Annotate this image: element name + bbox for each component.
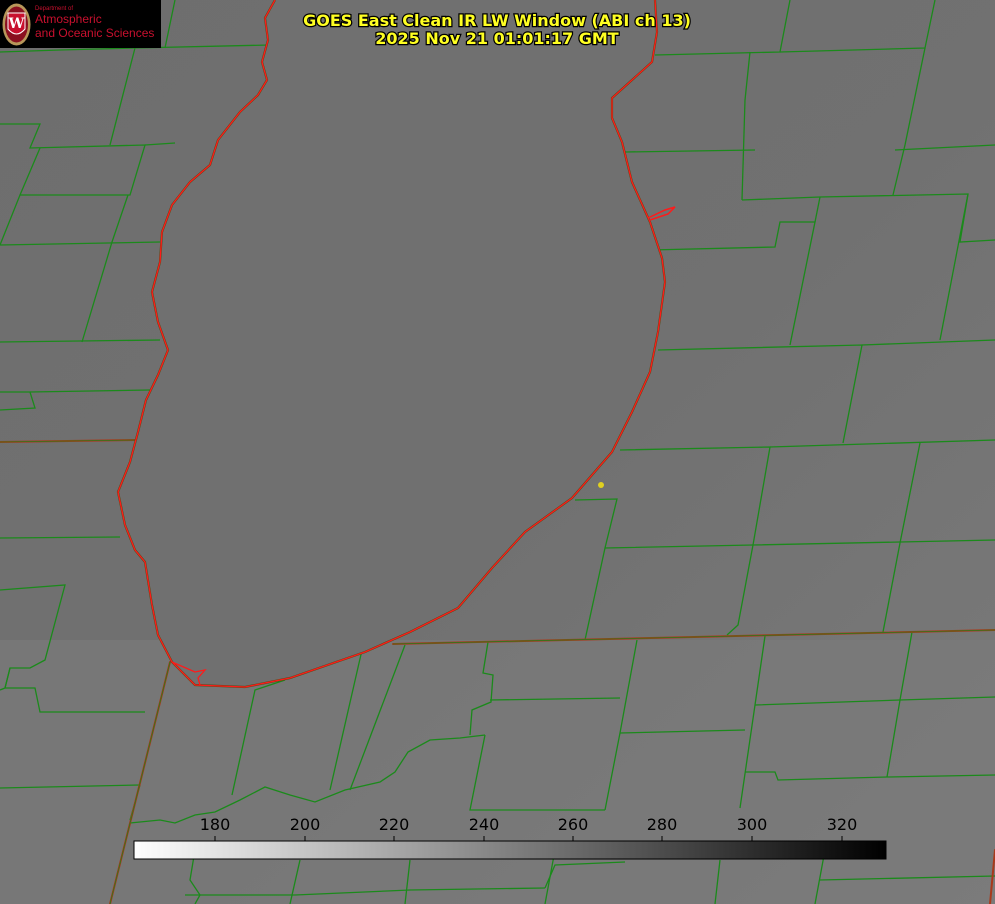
colorbar-tick-label: 240 (469, 815, 500, 834)
logo-title-line2: and Oceanic Sciences (35, 26, 155, 40)
svg-text:W: W (8, 16, 25, 32)
uw-crest-icon: W (2, 3, 31, 46)
colorbar-tick-label: 220 (379, 815, 410, 834)
image-timestamp: 2025 Nov 21 01:01:17 GMT (375, 29, 619, 48)
colorbar-tick-label: 320 (827, 815, 858, 834)
colorbar-tick-label: 280 (647, 815, 678, 834)
colorbar-tick-label: 180 (200, 815, 231, 834)
colorbar-gradient (133, 840, 887, 860)
satellite-map: GOES East Clean IR LW Window (ABI ch 13)… (0, 0, 995, 904)
colorbar-tick-label: 260 (558, 815, 589, 834)
logo-title-line1: Atmospheric (35, 12, 102, 26)
colorbar-tick-label: 200 (290, 815, 321, 834)
southern-land-shade (0, 640, 995, 904)
station-marker (598, 482, 604, 488)
colorbar-tick-label: 300 (737, 815, 768, 834)
aos-logo: W Department of Atmospheric and Oceanic … (0, 0, 161, 48)
image-title: GOES East Clean IR LW Window (ABI ch 13) (303, 11, 691, 30)
